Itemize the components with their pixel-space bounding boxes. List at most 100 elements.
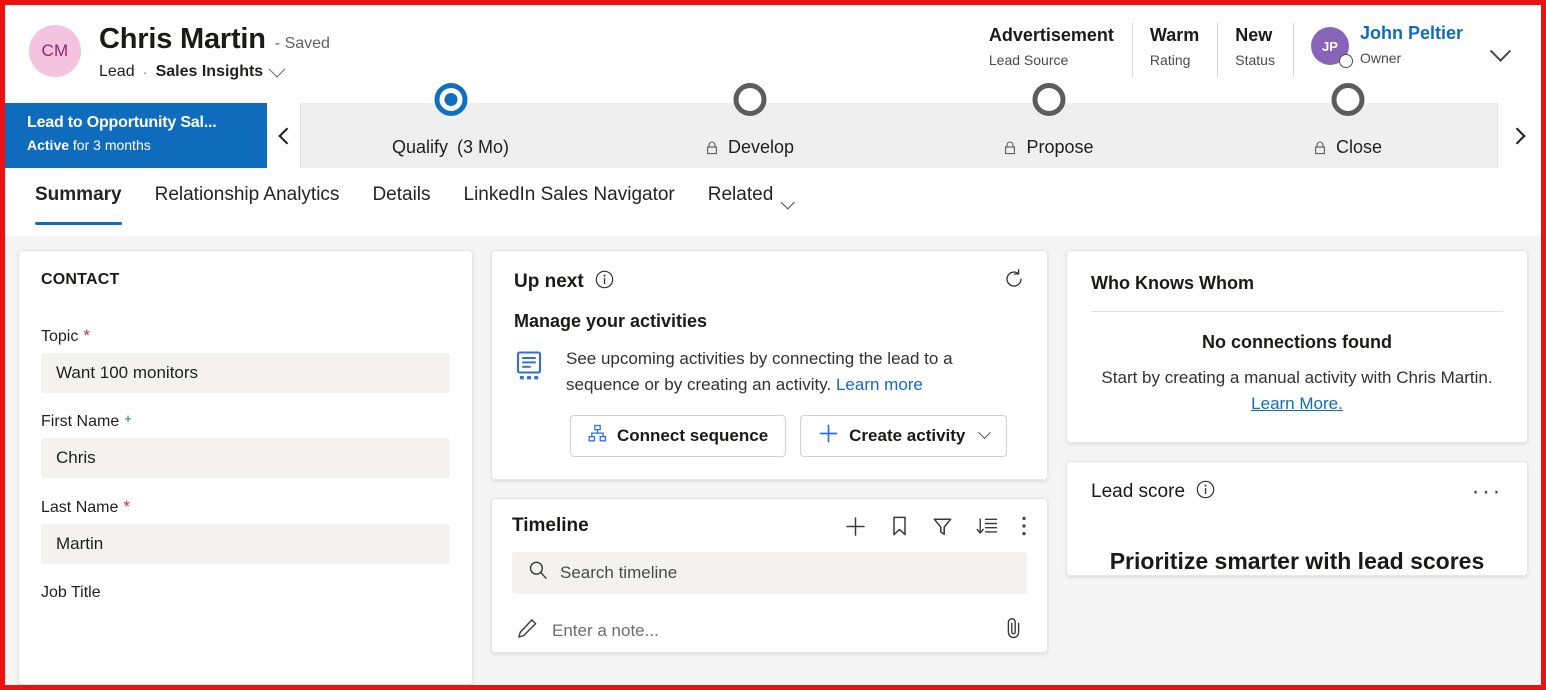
process-stages: Qualify (3 Mo) Develop [301,103,1497,168]
lead-score-header: Lead score ··· [1091,480,1503,504]
owner-label: Owner [1360,50,1463,66]
field-label-text: First Name [41,413,119,431]
create-activity-button[interactable]: Create activity [800,415,1007,457]
tab-related[interactable]: Related [708,184,810,228]
process-next-button[interactable] [1497,103,1541,168]
owner-avatar-initials: JP [1322,39,1338,54]
save-status: - Saved [275,35,330,53]
header-field-owner[interactable]: JP John Peltier Owner [1293,21,1469,85]
field-label: Job Title [41,584,450,602]
header-field-status[interactable]: New Status [1217,21,1293,85]
chevron-down-icon [781,195,795,209]
topic-input[interactable]: Want 100 monitors [41,353,450,393]
tab-summary[interactable]: Summary [35,184,139,228]
record-identity: CM Chris Martin - Saved Lead · Sales Ins… [29,21,330,81]
record-title-block: Chris Martin - Saved Lead · Sales Insigh… [99,21,330,81]
rating-value: Warm [1150,25,1199,46]
up-next-title: Up next [514,271,584,293]
sequence-document-icon [514,350,548,389]
owner-name[interactable]: John Peltier [1360,23,1463,44]
more-options-icon[interactable] [1021,515,1027,537]
header-field-lead-source[interactable]: Advertisement Lead Source [971,21,1132,85]
process-stage-qualify[interactable]: Qualify (3 Mo) [301,103,600,168]
up-next-subtitle: Manage your activities [514,311,1025,332]
header-expand-button[interactable] [1477,25,1523,85]
lead-source-label: Lead Source [989,52,1114,68]
tab-label: Related [708,184,774,206]
timeline-search-input[interactable]: Search timeline [512,552,1027,594]
tab-linkedin-sales-navigator[interactable]: LinkedIn Sales Navigator [464,184,692,228]
up-next-learn-more-link[interactable]: Learn more [836,375,923,394]
add-icon[interactable] [844,515,867,538]
connect-sequence-button[interactable]: Connect sequence [570,415,786,457]
sort-descending-icon[interactable] [976,516,998,537]
process-prev-button[interactable] [267,103,301,168]
process-stage-develop[interactable]: Develop [600,103,899,168]
owner-avatar: JP [1311,27,1349,65]
field-value: Martin [56,534,103,554]
process-flow-name-block[interactable]: Lead to Opportunity Sal... Active for 3 … [5,103,267,168]
app-name-label[interactable]: Sales Insights [156,63,264,81]
stage-pending-icon [1331,83,1364,116]
entity-type-label: Lead [99,63,135,81]
last-name-input[interactable]: Martin [41,524,450,564]
required-indicator-icon: * [123,498,130,515]
record-header: CM Chris Martin - Saved Lead · Sales Ins… [5,5,1541,103]
contact-section-card: CONTACT Topic * Want 100 monitors First … [18,250,473,685]
recommended-indicator-icon: + [124,412,132,425]
up-next-content: See upcoming activities by connecting th… [514,346,1025,399]
lead-score-headline: Prioritize smarter with lead scores [1091,548,1503,575]
chevron-down-icon [1489,40,1510,61]
up-next-header: Up next [514,268,1025,295]
who-knows-whom-learn-more-link[interactable]: Learn More. [1251,394,1343,413]
lead-avatar-initials: CM [41,41,68,61]
timeline-note-input[interactable]: Enter a note... [512,610,1027,652]
field-label-text: Last Name [41,499,118,517]
lead-score-more-icon[interactable]: ··· [1472,486,1503,498]
attachment-icon[interactable] [1005,617,1024,644]
rating-label: Rating [1150,52,1199,68]
right-column: Who Knows Whom No connections found Star… [1066,250,1528,685]
field-label: First Name + [41,413,450,431]
status-value: New [1235,25,1275,46]
lead-score-title: Lead score [1091,481,1185,503]
tab-label: Details [372,184,430,206]
form-body: CONTACT Topic * Want 100 monitors First … [5,236,1541,685]
header-fields: Advertisement Lead Source Warm Rating Ne… [971,21,1523,85]
process-stage-close[interactable]: Close [1198,103,1497,168]
stage-duration: (3 Mo) [457,137,509,158]
app-window: CM Chris Martin - Saved Lead · Sales Ins… [0,0,1546,690]
who-knows-whom-title: Who Knows Whom [1091,273,1503,312]
tab-label: LinkedIn Sales Navigator [464,184,675,206]
business-process-flow: Lead to Opportunity Sal... Active for 3 … [5,103,1541,168]
process-stage-propose[interactable]: Propose [899,103,1198,168]
stage-label-wrap: Develop [705,137,794,158]
bookmark-icon[interactable] [890,515,909,537]
middle-column: Up next Manage your activities [491,250,1048,685]
lock-icon [705,140,719,156]
chevron-right-icon [1508,127,1525,144]
chevron-left-icon [278,127,295,144]
field-label-text: Topic [41,328,78,346]
field-label: Topic * [41,327,450,346]
connect-sequence-label: Connect sequence [617,426,768,446]
tab-relationship-analytics[interactable]: Relationship Analytics [155,184,357,228]
stage-label: Qualify [392,137,448,158]
who-knows-whom-empty-description: Start by creating a manual activity with… [1091,365,1503,416]
info-icon[interactable] [1196,480,1215,504]
first-name-input[interactable]: Chris [41,438,450,478]
refresh-icon[interactable] [1003,268,1025,295]
filter-icon[interactable] [932,516,953,537]
who-knows-whom-desc-text: Start by creating a manual activity with… [1101,368,1492,387]
stage-pending-icon [1032,83,1065,116]
tab-details[interactable]: Details [372,184,447,228]
field-value: Chris [56,448,96,468]
stage-label-wrap: Propose [1003,137,1093,158]
header-field-rating[interactable]: Warm Rating [1132,21,1217,85]
status-label: Status [1235,52,1275,68]
create-activity-label: Create activity [849,426,965,446]
info-icon[interactable] [595,270,614,294]
field-label-text: Job Title [41,584,101,602]
chevron-down-icon[interactable] [269,61,286,78]
stage-pending-icon [733,83,766,116]
